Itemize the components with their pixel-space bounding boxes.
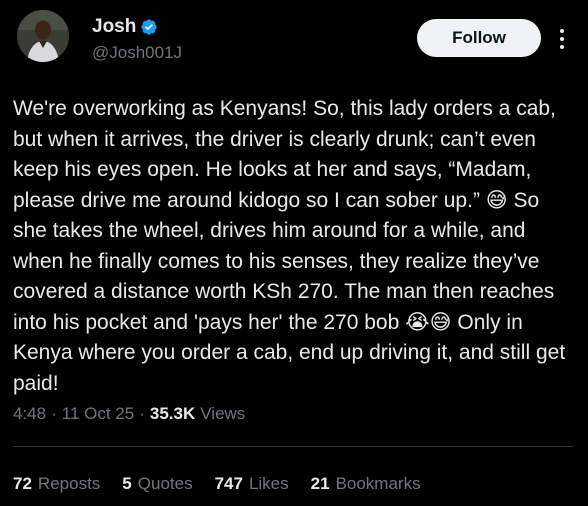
stat-count: 21 (310, 474, 330, 493)
follow-button[interactable]: Follow (417, 19, 541, 57)
stat-label: Bookmarks (335, 474, 421, 493)
more-dot (560, 29, 564, 33)
stat-count: 5 (122, 474, 132, 493)
stat-quotes[interactable]: 5 Quotes (122, 474, 192, 494)
stat-count: 747 (214, 474, 243, 493)
author-name[interactable]: Josh (92, 16, 136, 38)
stat-label: Likes (248, 474, 289, 493)
avatar[interactable] (17, 10, 69, 62)
meta-separator: · (139, 404, 145, 423)
divider (13, 446, 573, 447)
tweet-date[interactable]: 11 Oct 25 (62, 404, 134, 424)
tweet-text: We're overworking as Kenyans! So, this l… (13, 97, 572, 395)
stat-reposts[interactable]: 72 Reposts (13, 474, 100, 494)
stat-likes[interactable]: 747 Likes (215, 474, 289, 494)
stat-count: 72 (13, 474, 32, 493)
stat-label: Quotes (137, 474, 193, 493)
tweet-header: Josh @Josh001J Follow (0, 0, 588, 90)
author-handle[interactable]: @Josh001J (92, 43, 182, 63)
tweet-stats: 72 Reposts 5 Quotes 747 Likes 21 Bookmar… (13, 474, 443, 494)
more-dot (560, 37, 564, 41)
tweet-meta: 4:48 · 11 Oct 25 · 35.3K Views (13, 404, 245, 424)
author-name-row[interactable]: Josh (92, 16, 158, 38)
more-options-icon[interactable] (552, 24, 572, 54)
verified-badge-icon (141, 19, 158, 35)
tweet-time[interactable]: 4:48 (13, 404, 46, 424)
more-dot (560, 45, 564, 49)
stat-bookmarks[interactable]: 21 Bookmarks (311, 474, 421, 494)
views-count: 35.3K (149, 404, 196, 423)
stat-label: Reposts (37, 474, 101, 493)
meta-separator: · (51, 404, 57, 423)
views-label: Views (200, 404, 246, 423)
